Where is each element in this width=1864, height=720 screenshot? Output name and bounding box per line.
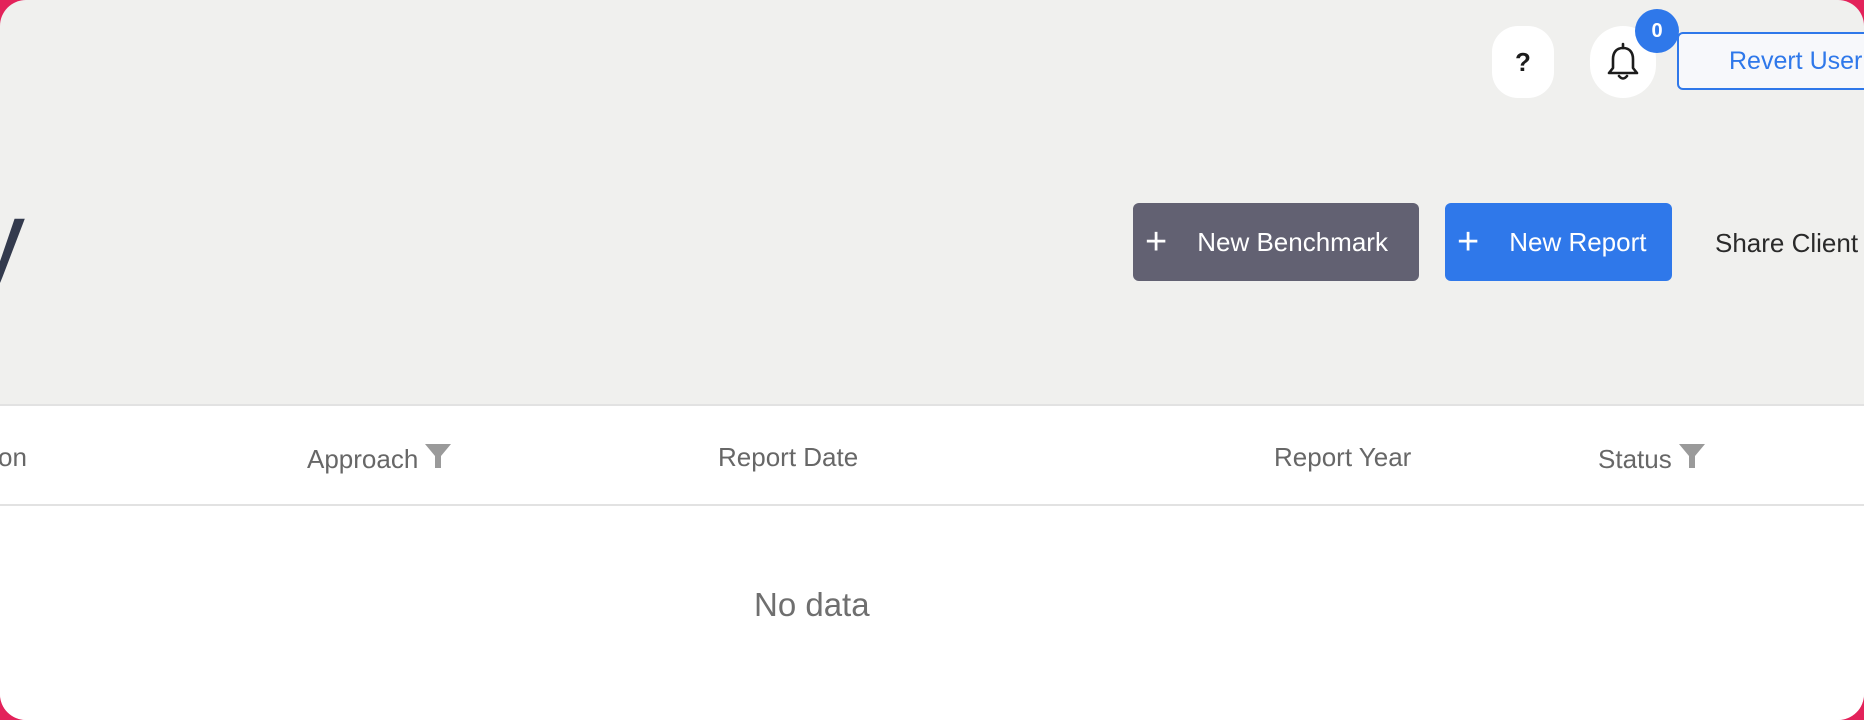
column-header-report-year[interactable]: Report Year xyxy=(1274,442,1411,473)
table-header: on Approach Report Date Report Year Stat… xyxy=(0,406,1864,506)
plus-icon: + xyxy=(1145,221,1168,263)
revert-user-button[interactable]: Revert User xyxy=(1677,32,1864,90)
empty-state-text: No data xyxy=(754,586,870,623)
reports-table: on Approach Report Date Report Year Stat… xyxy=(0,404,1864,720)
column-label: Report Year xyxy=(1274,442,1412,472)
help-button[interactable]: ? xyxy=(1492,26,1554,98)
column-header-status[interactable]: Status xyxy=(1598,442,1706,477)
column-header-report-date[interactable]: Report Date xyxy=(718,442,858,473)
share-client-link[interactable]: Share Client xyxy=(1715,228,1858,259)
new-benchmark-button[interactable]: + New Benchmark xyxy=(1133,203,1419,281)
column-header-partial[interactable]: on xyxy=(0,442,27,473)
column-header-approach[interactable]: Approach xyxy=(307,442,452,477)
new-benchmark-label: New Benchmark xyxy=(1197,226,1388,257)
column-label: Report Date xyxy=(718,442,859,472)
new-report-label: New Report xyxy=(1509,226,1647,257)
filter-icon[interactable] xyxy=(1678,442,1706,477)
column-label: Approach xyxy=(307,444,419,474)
notification-count-badge: 0 xyxy=(1635,9,1679,53)
bell-icon xyxy=(1607,42,1639,80)
plus-icon: + xyxy=(1457,221,1480,263)
app-window: ? 0 Revert User y + New Benchmark + New … xyxy=(0,0,1864,720)
help-icon: ? xyxy=(1515,46,1531,77)
column-label: on xyxy=(0,442,27,472)
page-title: y xyxy=(0,185,25,295)
column-label: Status xyxy=(1598,444,1672,474)
new-report-button[interactable]: + New Report xyxy=(1445,203,1672,281)
filter-icon[interactable] xyxy=(424,442,452,477)
